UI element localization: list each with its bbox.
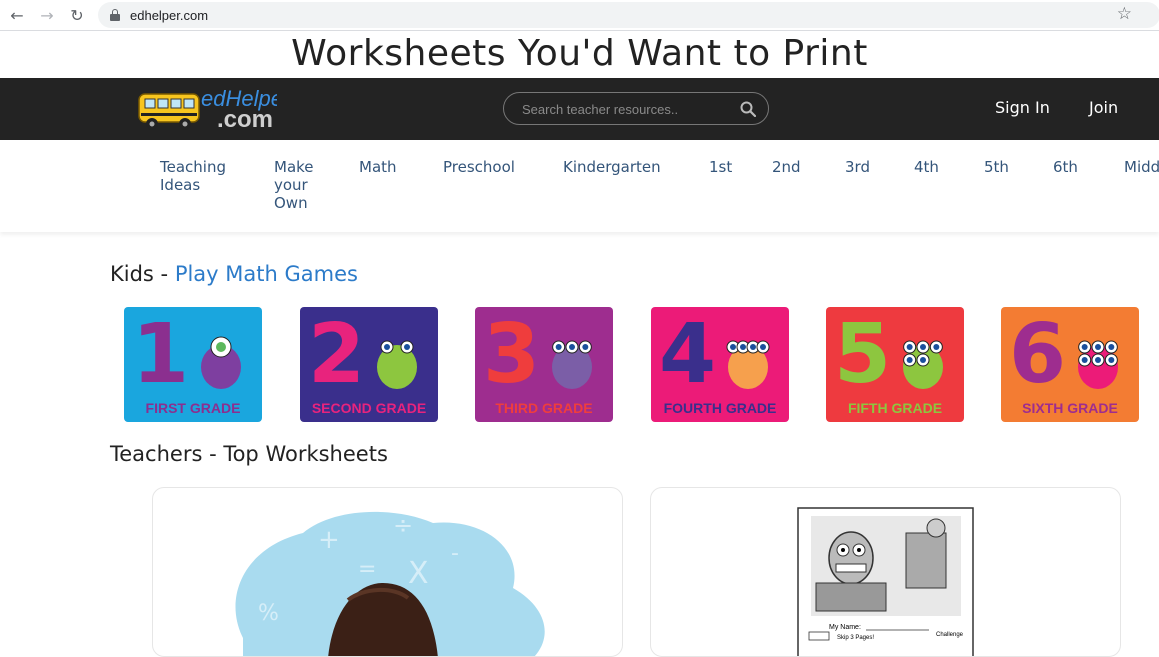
grade-number: 5 <box>834 307 892 402</box>
svg-text:-: - <box>451 541 459 566</box>
kids-title-text: Kids - <box>110 262 175 286</box>
address-bar[interactable]: edhelper.com ☆ <box>98 2 1159 28</box>
kids-section-title: Kids - Play Math Games <box>110 262 358 286</box>
menu-item-6th[interactable]: 6th <box>1053 158 1078 176</box>
tagline: Worksheets You'd Want to Print <box>291 33 868 74</box>
join-link[interactable]: Join <box>1089 98 1118 117</box>
menu-item-math[interactable]: Math <box>359 158 397 176</box>
grade-tile-fourth[interactable]: 4 FOURTH GRADE <box>651 307 789 422</box>
menu-item-2nd[interactable]: 2nd <box>772 158 801 176</box>
worksheet-card-reading[interactable]: My Name: Challenge Skip 3 Pages! <box>650 487 1121 657</box>
menu-item-middle[interactable]: Midd <box>1124 158 1159 176</box>
svg-text:%: % <box>258 601 279 626</box>
menu-item-kindergarten[interactable]: Kindergarten <box>563 158 661 176</box>
grade-label: THIRD GRADE <box>495 400 593 416</box>
monster-icon <box>377 340 417 389</box>
grade-tile-third[interactable]: 3 THIRD GRADE <box>475 307 613 422</box>
reload-icon[interactable]: ↻ <box>65 3 89 27</box>
monster-icon <box>903 340 943 389</box>
grade-tile-fifth[interactable]: 5 FIFTH GRADE <box>826 307 964 422</box>
grade-label: SIXTH GRADE <box>1022 400 1118 416</box>
sign-in-link[interactable]: Sign In <box>995 98 1050 117</box>
grade-number: 3 <box>483 307 541 402</box>
grade-label: SECOND GRADE <box>311 400 427 416</box>
grade-number: 6 <box>1009 307 1067 402</box>
grade-tile-second[interactable]: 2 SECOND GRADE <box>300 307 438 422</box>
play-math-games-link[interactable]: Play Math Games <box>175 262 358 286</box>
monster-icon <box>201 336 241 389</box>
monster-icon <box>552 340 592 389</box>
worksheet-card-math[interactable]: + ÷ = X - % <box>152 487 623 657</box>
teachers-section-title: Teachers - Top Worksheets <box>110 442 388 466</box>
grade-label: FIRST GRADE <box>145 400 241 416</box>
edhelper-logo[interactable]: edHelper .com <box>137 84 277 134</box>
svg-text:+: + <box>318 525 340 555</box>
grade-number: 1 <box>132 307 190 402</box>
menu-item-make-your-own[interactable]: Make your Own <box>274 158 314 212</box>
monster-icon <box>1078 340 1118 389</box>
monster-icon <box>726 340 770 389</box>
worksheet-name-label: My Name: <box>829 624 861 631</box>
grade-number: 4 <box>659 307 717 402</box>
menu-item-5th[interactable]: 5th <box>984 158 1009 176</box>
worksheet-preview-image: My Name: Challenge Skip 3 Pages! <box>797 507 974 656</box>
menu-item-4th[interactable]: 4th <box>914 158 939 176</box>
url-text[interactable]: edhelper.com <box>130 8 208 23</box>
svg-text:=: = <box>358 557 376 582</box>
grade-number: 2 <box>308 307 366 402</box>
svg-text:X: X <box>408 556 429 591</box>
bookmark-star-icon[interactable]: ☆ <box>1117 4 1132 24</box>
menu-item-3rd[interactable]: 3rd <box>845 158 870 176</box>
site-header: edHelper .com Sign In Join <box>0 78 1159 140</box>
browser-toolbar: ← → ↻ edhelper.com ☆ <box>0 0 1159 31</box>
search-box[interactable] <box>503 92 769 125</box>
menu-item-preschool[interactable]: Preschool <box>443 158 515 176</box>
menu-item-teaching-ideas[interactable]: Teaching Ideas <box>160 158 226 194</box>
svg-text:÷: ÷ <box>393 511 413 539</box>
svg-text:.com: .com <box>217 106 273 133</box>
menu-item-1st[interactable]: 1st <box>709 158 732 176</box>
back-arrow-icon[interactable]: ← <box>5 3 29 27</box>
lock-icon[interactable] <box>110 9 120 21</box>
grade-tile-first[interactable]: 1 FIRST GRADE <box>124 307 262 422</box>
grade-label: FIFTH GRADE <box>847 400 943 416</box>
grade-label: FOURTH GRADE <box>663 400 777 416</box>
math-kid-illustration: + ÷ = X - % <box>235 511 545 656</box>
search-icon[interactable] <box>740 101 756 117</box>
forward-arrow-icon[interactable]: → <box>35 3 59 27</box>
worksheet-challenge-label: Challenge <box>936 632 964 638</box>
worksheet-skip-label: Skip 3 Pages! <box>837 635 874 641</box>
search-input[interactable] <box>522 100 732 118</box>
grade-menu: Teaching Ideas Make your Own Math Presch… <box>0 140 1159 232</box>
grade-tile-sixth[interactable]: 6 SIXTH GRADE <box>1001 307 1139 422</box>
